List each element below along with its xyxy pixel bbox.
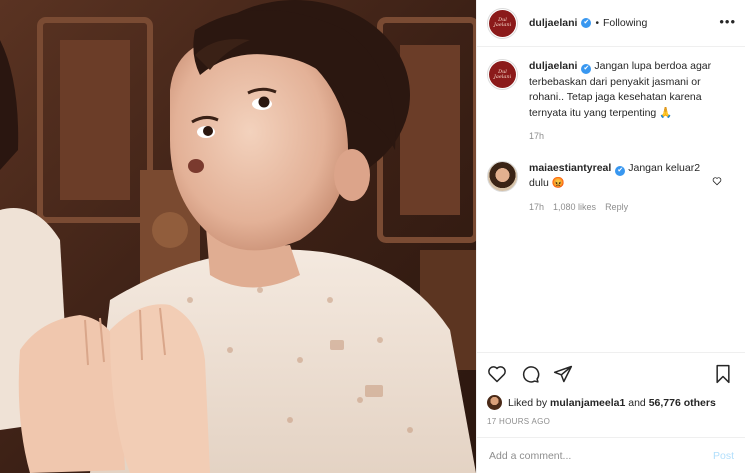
caption-avatar-logo: Dul Jaelani	[489, 61, 516, 88]
likes-middle: and	[628, 396, 646, 409]
caption-meta: 17h	[529, 129, 714, 145]
header-separator: •	[595, 17, 599, 29]
post-timestamp[interactable]: 17 HOURS AGO	[487, 417, 736, 426]
instagram-post-modal: Dul Jaelani duljaelani ✔ • Following •••…	[0, 0, 745, 473]
caption-body: duljaelani ✔ Jangan lupa berdoa agar terb…	[529, 59, 714, 145]
action-icons-row	[487, 361, 736, 387]
caption-verified-icon: ✔	[581, 64, 592, 74]
reply-likes[interactable]: 1,080 likes	[553, 200, 596, 216]
reply-time[interactable]: 17h	[529, 200, 544, 216]
likes-prefix: Liked by	[508, 396, 548, 409]
post-photo[interactable]	[0, 0, 476, 473]
reply-username[interactable]: maiaestiantyreal	[529, 162, 611, 174]
following-button[interactable]: Following	[603, 17, 647, 29]
likes-others[interactable]: 56,776 others	[649, 397, 716, 409]
header-username[interactable]: duljaelani	[529, 17, 577, 29]
heart-icon[interactable]	[487, 364, 507, 384]
reply-avatar[interactable]	[487, 160, 518, 192]
more-options-icon[interactable]: •••	[719, 15, 736, 28]
comment-input[interactable]	[489, 449, 713, 462]
caption-avatar[interactable]: Dul Jaelani	[487, 59, 518, 90]
caption-username[interactable]: duljaelani	[529, 60, 577, 72]
avatar[interactable]: Dul Jaelani	[487, 7, 518, 39]
reply-verified-icon: ✔	[615, 165, 626, 176]
reply-body: maiaestiantyreal ✔ Jangan keluar2 dulu 😡 …	[529, 161, 714, 216]
liker-username[interactable]: mulanjameela1	[550, 397, 625, 409]
share-icon[interactable]	[553, 364, 573, 384]
like-comment-heart-icon[interactable]	[712, 176, 722, 189]
verified-badge-icon: ✔	[581, 18, 592, 28]
liker-avatar[interactable]	[487, 395, 502, 410]
reply-comment: maiaestiantyreal ✔ Jangan keluar2 dulu 😡 …	[487, 160, 736, 216]
comment-icon[interactable]	[520, 364, 540, 384]
avatar-logo: Dul Jaelani	[489, 9, 516, 37]
caption-comment: Dul Jaelani duljaelani ✔ Jangan lupa berd…	[487, 59, 736, 145]
reply-meta: 17h 1,080 likes Reply	[529, 200, 714, 216]
photo-illustration	[0, 0, 476, 473]
post-button[interactable]: Post	[713, 450, 734, 462]
post-actions: Liked by mulanjameela1 and 56,776 others…	[477, 352, 745, 446]
likes-summary: Liked by mulanjameela1 and 56,776 others	[487, 395, 736, 410]
reply-button[interactable]: Reply	[605, 200, 628, 216]
comments-list: Dul Jaelani duljaelani ✔ Jangan lupa berd…	[477, 47, 745, 352]
bookmark-icon[interactable]	[714, 364, 732, 387]
post-sidebar: Dul Jaelani duljaelani ✔ • Following •••…	[476, 0, 745, 473]
add-comment-bar: Post	[477, 437, 745, 473]
post-header: Dul Jaelani duljaelani ✔ • Following •••	[477, 0, 745, 47]
caption-time[interactable]: 17h	[529, 129, 544, 145]
